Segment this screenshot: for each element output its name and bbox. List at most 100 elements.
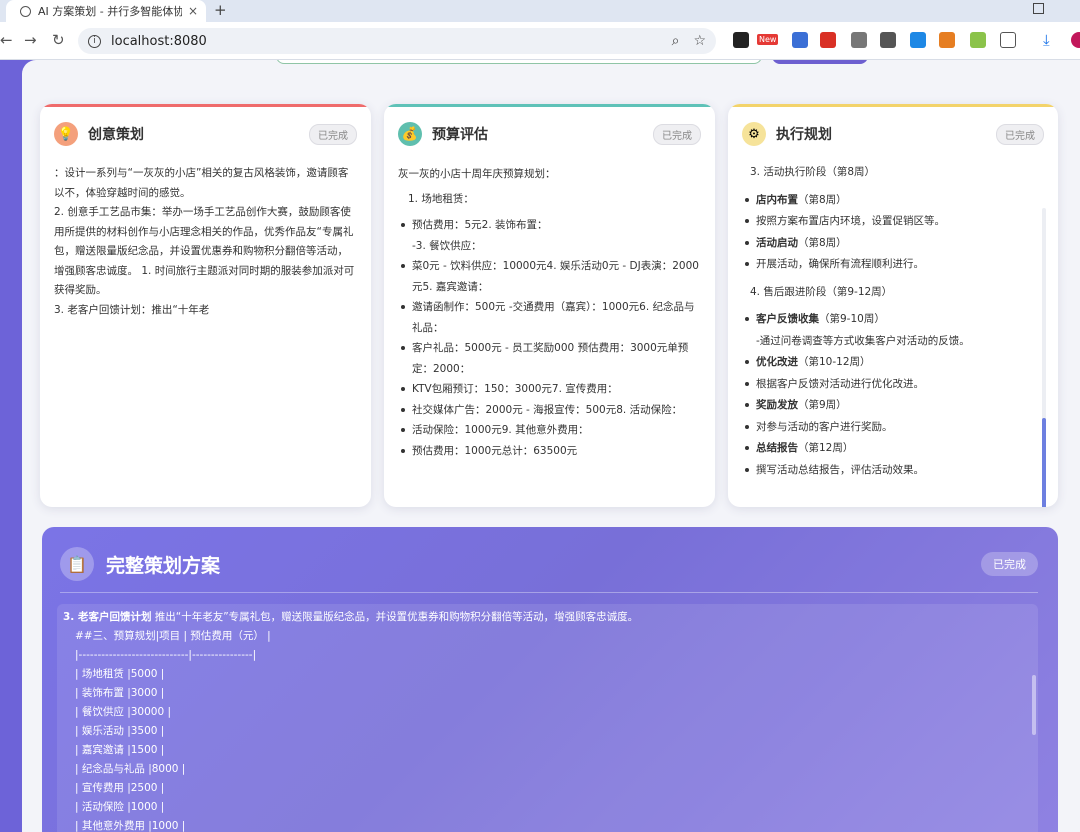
card-title: 预算评估 [432, 127, 488, 143]
list-item: 按照方案布置店内环境，设置促销区等。 [742, 211, 1034, 233]
plan-title: 完整策划方案 [106, 554, 221, 577]
profile-avatar[interactable] [1071, 32, 1080, 48]
card-accent-bar [384, 104, 715, 107]
list-item: 菜0元 - 饮料供应：10000元4. 娱乐活动0元 - DJ表演：2000元5… [398, 256, 701, 297]
zoom-icon[interactable]: ⌕ [672, 33, 680, 49]
plan-content: 3. 老客户回馈计划 推出“十年老友”专属礼包，赠送限量版纪念品，并设置优惠券和… [57, 604, 1038, 832]
plan-line: | 装饰布置 |3000 | [75, 687, 165, 699]
address-bar[interactable]: i localhost:8080 ⌕ ☆ [78, 28, 716, 54]
plan-scrollbar[interactable] [1032, 675, 1036, 735]
plan-line: | 宣传费用 |2500 | [75, 782, 165, 794]
list-item: 邀请函制作：500元 -交通费用（嘉宾）：1000元6. 纪念品与礼品： [398, 297, 701, 338]
extension-sheet-icon[interactable] [970, 32, 986, 48]
extensions-puzzle-icon[interactable] [1000, 32, 1016, 48]
plan-line: |-----------------------------|---------… [75, 649, 257, 661]
extension-grid-icon[interactable] [880, 32, 896, 48]
paragraph: 3. 老客户回馈计划：推出“十年老 [54, 303, 210, 316]
money-bag-icon: 💰 [398, 122, 422, 146]
list-item: 店内布置（第8周） [742, 190, 1034, 212]
card-title: 执行规划 [776, 127, 832, 143]
list-item: 社交媒体广告：2000元 - 海报宣传：500元8. 活动保险： [398, 400, 701, 421]
extension-markdown-icon[interactable] [851, 32, 867, 48]
plan-line: 3. 老客户回馈计划 推出“十年老友”专属礼包，赠送限量版纪念品，并设置优惠券和… [63, 611, 639, 623]
list-item: 预估费用：5元2. 装饰布置： -3. 餐饮供应： [398, 215, 701, 256]
list-item: 撰写活动总结报告，评估活动效果。 [742, 460, 1034, 482]
card-header: 💰 预算评估 已完成 [398, 121, 701, 147]
status-badge: 已完成 [653, 123, 701, 145]
full-plan-section: 📋 完整策划方案 已完成 3. 老客户回馈计划 推出“十年老友”专属礼包，赠送限… [42, 527, 1058, 832]
reload-icon[interactable]: ↻ [52, 31, 65, 49]
topic-input[interactable] [276, 60, 762, 64]
globe-icon [20, 5, 31, 17]
generate-button[interactable] [772, 60, 868, 64]
site-info-icon[interactable]: i [88, 34, 101, 48]
budget-evaluation-card: 💰 预算评估 已完成 灰一灰的小店十周年庆预算规划： 1. 场地租赁： 预估费用… [384, 104, 715, 507]
app-page: 💡 创意策划 已完成 ：设计一系列与“一灰灰的小店”相关的复古风格装饰，邀请顾客… [0, 60, 1080, 832]
list-item: 客户反馈收集（第9-10周） -通过问卷调查等方式收集客户对活动的反馈。 [742, 309, 1034, 352]
phase3-list: 店内布置（第8周） 按照方案布置店内环境，设置促销区等。 活动启动（第8周） 开… [742, 190, 1034, 276]
status-badge: 已完成 [309, 123, 357, 145]
list-item: 优化改进（第10-12周） [742, 352, 1034, 374]
status-badge: 已完成 [981, 552, 1038, 576]
list-item: 根据客户反馈对活动进行优化改进。 [742, 374, 1034, 396]
phase-heading: 3. 活动执行阶段（第8周） [750, 166, 876, 178]
card-accent-bar [728, 104, 1058, 107]
tab-title: AI 方案策划 - 并行多智能体协作 [38, 5, 182, 18]
plan-line: | 其他意外费用 |1000 | [75, 820, 186, 832]
plan-header: 📋 完整策划方案 已完成 [60, 547, 1038, 581]
scrollbar-thumb[interactable] [1042, 418, 1046, 507]
creative-planning-card: 💡 创意策划 已完成 ：设计一系列与“一灰灰的小店”相关的复古风格装饰，邀请顾客… [40, 104, 371, 507]
extension-translate-icon[interactable] [792, 32, 808, 48]
plan-line: | 娱乐活动 |3500 | [75, 725, 165, 737]
budget-list: 预估费用：5元2. 装饰布置： -3. 餐饮供应： 菜0元 - 饮料供应：100… [398, 215, 701, 461]
paragraph: ：设计一系列与“一灰灰的小店”相关的复古风格装饰，邀请顾客以不，体验穿越时间的感… [54, 167, 349, 199]
browser-toolbar: ← → ↻ i localhost:8080 ⌕ ☆ New ⤓ [0, 22, 1080, 60]
divider [60, 592, 1038, 593]
plan-line: | 场地租赁 |5000 | [75, 668, 165, 680]
card-accent-bar [40, 104, 371, 107]
lightbulb-icon: 💡 [54, 122, 78, 146]
plan-line: | 活动保险 |1000 | [75, 801, 165, 813]
tab-bar: AI 方案策划 - 并行多智能体协作 × + [0, 0, 1080, 22]
card-content: ：设计一系列与“一灰灰的小店”相关的复古风格装饰，邀请顾客以不，体验穿越时间的感… [54, 164, 357, 320]
plan-line: | 纪念品与礼品 |8000 | [75, 763, 186, 775]
phase-heading: 4. 售后跟进阶段（第9-12周） [750, 285, 893, 298]
card-scrollbar[interactable] [1042, 208, 1046, 507]
clipboard-icon: 📋 [60, 547, 94, 581]
card-title: 创意策划 [88, 127, 144, 143]
execution-planning-card: ⚙ 执行规划 已完成 3. 活动执行阶段（第8周） 店内布置（第8周） 按照方案… [728, 104, 1058, 507]
card-content: 3. 活动执行阶段（第8周） 店内布置（第8周） 按照方案布置店内环境，设置促销… [742, 162, 1034, 481]
new-tab-button[interactable]: + [214, 0, 227, 22]
bookmark-star-icon[interactable]: ☆ [693, 33, 706, 49]
list-item: 对参与活动的客户进行奖励。 [742, 417, 1034, 439]
list-item: KTV包厢预订：150：3000元7. 宣传费用： [398, 379, 701, 400]
extension-new-badge[interactable]: New [757, 34, 779, 45]
list-item: 开展活动，确保所有流程顺利进行。 [742, 254, 1034, 276]
list-item: 客户礼品：5000元 - 员工奖励000 预估费用：3000元单预定：2000： [398, 338, 701, 379]
status-badge: 已完成 [996, 123, 1044, 145]
card-header: 💡 创意策划 已完成 [54, 121, 357, 147]
download-icon[interactable]: ⤓ [1043, 31, 1050, 49]
plan-line: | 嘉宾邀请 |1500 | [75, 744, 165, 756]
list-item: 奖励发放（第9周） [742, 395, 1034, 417]
budget-subhead: 1. 场地租赁： [408, 192, 474, 205]
list-item: 活动启动（第8周） [742, 233, 1034, 255]
budget-intro: 灰一灰的小店十周年庆预算规划： [398, 168, 556, 180]
extension-puzzle-color-icon[interactable] [939, 32, 955, 48]
list-item: 总结报告（第12周） [742, 438, 1034, 460]
list-item: 活动保险：1000元9. 其他意外费用： [398, 420, 701, 441]
maximize-window-icon[interactable] [1033, 3, 1044, 14]
close-tab-icon[interactable]: × [188, 4, 198, 18]
url-text[interactable]: localhost:8080 [111, 34, 658, 49]
extension-pdf-icon[interactable] [820, 32, 836, 48]
browser-tab[interactable]: AI 方案策划 - 并行多智能体协作 × [6, 0, 206, 22]
phase4-list: 客户反馈收集（第9-10周） -通过问卷调查等方式收集客户对活动的反馈。 优化改进… [742, 309, 1034, 481]
paragraph: 2. 创意手工艺品市集：举办一场手工艺品创作大赛，鼓励顾客使用所提供的材料创作与… [54, 206, 355, 296]
back-arrow-icon[interactable]: ← [0, 31, 13, 49]
forward-arrow-icon[interactable]: → [24, 31, 37, 49]
gear-icon: ⚙ [742, 122, 766, 146]
extension-card-icon[interactable] [910, 32, 926, 48]
extension-qr-icon[interactable] [733, 32, 749, 48]
plan-line: ##三、预算规划|项目 | 预估费用（元） | [75, 630, 271, 642]
list-item: 预估费用：1000元总计：63500元 [398, 441, 701, 462]
